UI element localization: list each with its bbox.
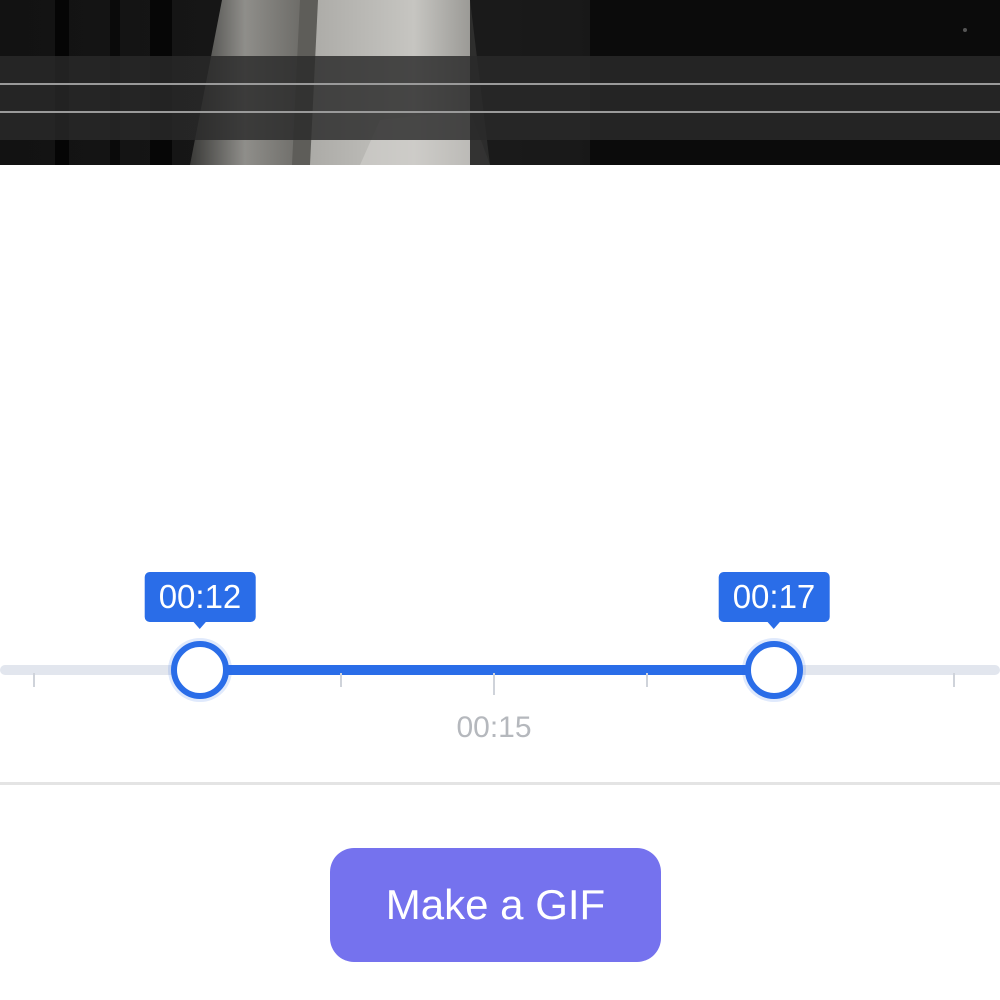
selected-range-bar [200,665,774,675]
video-preview [0,0,1000,165]
timeline-tick [953,673,955,687]
section-divider [0,782,1000,785]
end-time-tooltip: 00:17 [718,572,830,629]
start-handle[interactable] [171,641,229,699]
timeline-tick [340,673,342,687]
start-time-tooltip: 00:12 [144,572,256,629]
make-gif-button[interactable]: Make a GIF [330,848,661,962]
timeline-tick-label: 00:15 [456,711,532,744]
timeline-tick [646,673,648,687]
trim-range-slider[interactable]: 00:12 00:17 00:15 [0,560,1000,760]
end-handle[interactable] [745,641,803,699]
video-frame-image [0,0,1000,165]
gif-maker-page: 00:12 00:17 00:15 Make a GIF [0,0,1000,1000]
timeline-tick-major [493,673,495,695]
timeline-tick [33,673,35,687]
